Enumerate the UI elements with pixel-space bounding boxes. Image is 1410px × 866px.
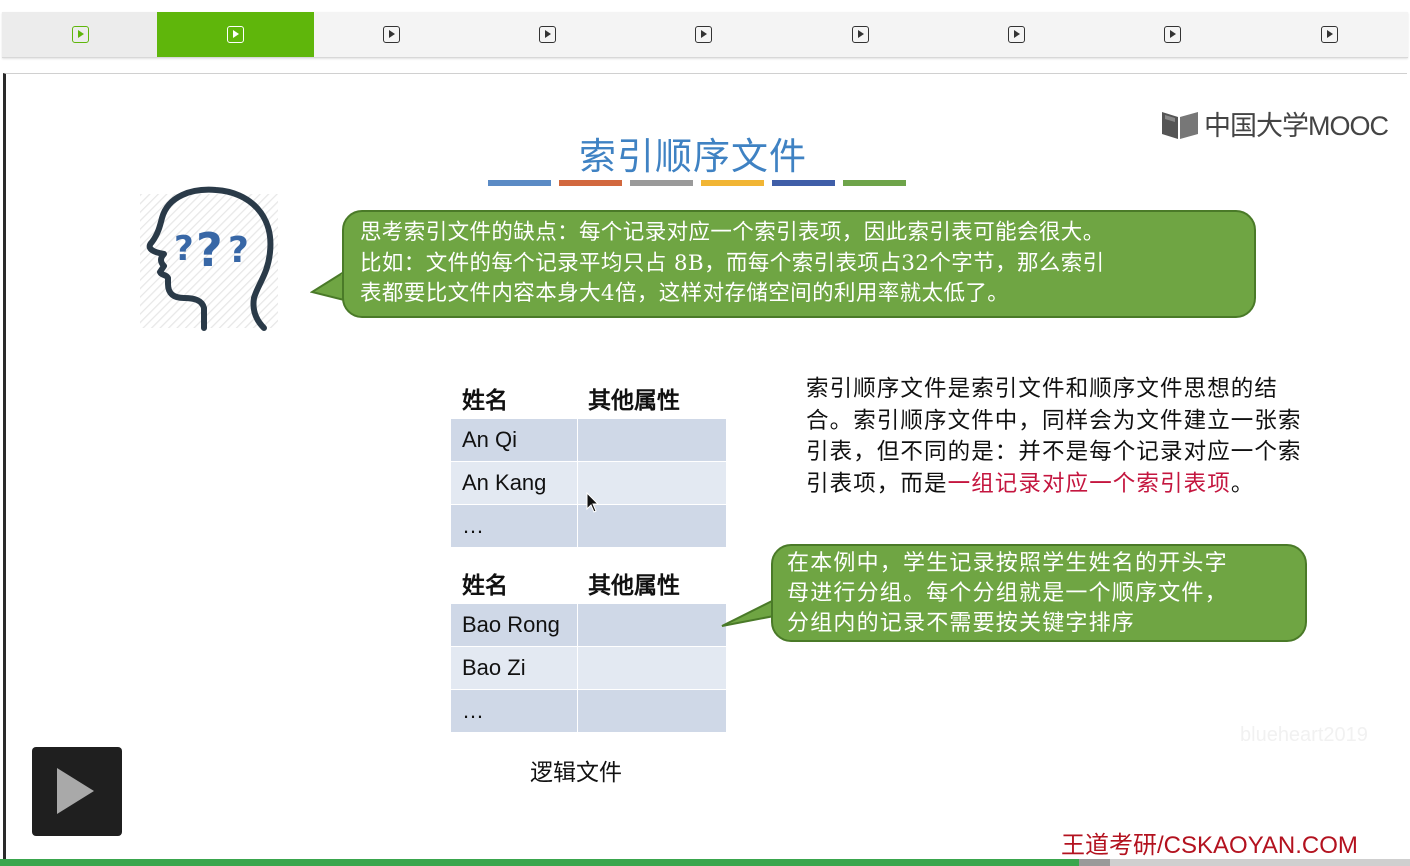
svg-text:?: ? bbox=[228, 230, 249, 271]
cell-other bbox=[578, 690, 726, 732]
thinking-bubble: 思考索引文件的缺点：每个记录对应一个索引表项，因此索引表可能会很大。 比如：文件… bbox=[342, 210, 1256, 318]
play-button[interactable] bbox=[32, 747, 122, 836]
lesson-tab-7[interactable] bbox=[938, 12, 1095, 57]
svg-text:?: ? bbox=[196, 223, 223, 277]
example-bubble: 在本例中，学生记录按照学生姓名的开头字 母进行分组。每个分组就是一个顺序文件， … bbox=[771, 544, 1307, 642]
lesson-tab-3[interactable] bbox=[313, 12, 470, 57]
lesson-tab-8[interactable] bbox=[1094, 12, 1251, 57]
play-square-icon bbox=[539, 26, 556, 43]
progress-fill bbox=[0, 859, 1079, 866]
cell-other bbox=[578, 505, 726, 547]
header-name: 姓名 bbox=[462, 388, 508, 414]
title-underline-segment bbox=[772, 180, 835, 186]
play-icon bbox=[57, 768, 94, 814]
lesson-tab-4[interactable] bbox=[469, 12, 626, 57]
mooc-logo-text: 中国大学MOOC bbox=[1204, 111, 1389, 141]
title-underline-segment bbox=[488, 180, 551, 186]
mouse-cursor-icon bbox=[586, 492, 600, 513]
lesson-tab-strip bbox=[2, 12, 1408, 58]
title-underline bbox=[488, 180, 906, 186]
video-progress-bar[interactable] bbox=[0, 859, 1410, 866]
bubble-line: 比如：文件的每个记录平均只占 8B，而每个索引表项占32个字节，那么索引 bbox=[360, 250, 1105, 276]
lesson-tab-9[interactable] bbox=[1251, 12, 1408, 57]
paragraph-end: 。 bbox=[1230, 470, 1255, 497]
play-square-icon bbox=[1008, 26, 1025, 43]
lesson-tab-1[interactable] bbox=[2, 12, 159, 57]
bubble-line: 分组内的记录不需要按关键字排序 bbox=[787, 611, 1136, 636]
play-square-icon bbox=[227, 26, 244, 43]
play-square-icon bbox=[1164, 26, 1181, 43]
table-row: Bao Zi bbox=[451, 647, 726, 689]
bubble-line: 在本例中，学生记录按照学生姓名的开头字 bbox=[787, 551, 1228, 576]
header-other-attrs: 其他属性 bbox=[588, 573, 680, 599]
lesson-tab-6[interactable] bbox=[782, 12, 939, 57]
lesson-tab-2[interactable] bbox=[157, 12, 314, 57]
play-square-icon bbox=[695, 26, 712, 43]
bubble-line: 表都要比文件内容本身大4倍，这样对存储空间的利用率就太低了。 bbox=[360, 281, 1010, 306]
bubble-line: 思考索引文件的缺点：每个记录对应一个索引表项，因此索引表可能会很大。 bbox=[360, 220, 1105, 245]
slide-title: 索引顺序文件 bbox=[579, 135, 807, 178]
table-row: … bbox=[451, 690, 726, 732]
play-square-icon bbox=[1321, 26, 1338, 43]
cell-name: Bao Rong bbox=[451, 604, 577, 646]
table-row: Bao Rong bbox=[451, 604, 726, 646]
title-underline-segment bbox=[630, 180, 693, 186]
table-row: An Qi bbox=[451, 419, 726, 461]
mooc-logo: 中国大学MOOC bbox=[1160, 104, 1389, 143]
play-square-icon bbox=[383, 26, 400, 43]
cell-name: … bbox=[451, 505, 577, 547]
cell-other bbox=[578, 604, 726, 646]
table-header: 姓名 其他属性 bbox=[451, 562, 726, 604]
table-header: 姓名 其他属性 bbox=[451, 377, 726, 419]
paragraph-highlight: 一组记录对应一个索引表项 bbox=[947, 470, 1231, 497]
lesson-tab-5[interactable] bbox=[625, 12, 782, 57]
cell-name: An Kang bbox=[451, 462, 577, 504]
cell-other bbox=[578, 419, 726, 461]
title-underline-segment bbox=[559, 180, 622, 186]
cell-name: An Qi bbox=[451, 419, 577, 461]
svg-text:?: ? bbox=[174, 229, 194, 269]
play-square-icon bbox=[852, 26, 869, 43]
title-underline-segment bbox=[701, 180, 764, 186]
cell-other bbox=[578, 462, 726, 504]
logical-file-table-b: 姓名 其他属性 Bao Rong Bao Zi … bbox=[451, 562, 726, 733]
logical-file-table-a: 姓名 其他属性 An Qi An Kang … bbox=[451, 377, 726, 548]
explanation-paragraph: 索引顺序文件是索引文件和顺序文件思想的结合。索引顺序文件中，同样会为文件建立一张… bbox=[806, 374, 1306, 500]
head-question-marks-icon: ? ? ? bbox=[140, 186, 278, 331]
logical-file-caption: 逻辑文件 bbox=[530, 760, 622, 786]
header-name: 姓名 bbox=[462, 573, 508, 599]
cell-name: … bbox=[451, 690, 577, 732]
cell-name: Bao Zi bbox=[451, 647, 577, 689]
footer-brand: 王道考研/CSKAOYAN.COM bbox=[1061, 832, 1358, 859]
bubble-bottom-pointer bbox=[721, 598, 775, 627]
mooc-book-icon bbox=[1162, 111, 1198, 139]
cell-other bbox=[578, 647, 726, 689]
title-underline-segment bbox=[843, 180, 906, 186]
progress-buffer bbox=[1078, 859, 1110, 866]
header-other-attrs: 其他属性 bbox=[588, 388, 680, 414]
play-square-icon bbox=[72, 26, 89, 43]
watermark: blueheart2019 bbox=[1240, 724, 1368, 746]
bubble-line: 母进行分组。每个分组就是一个顺序文件， bbox=[787, 581, 1228, 606]
